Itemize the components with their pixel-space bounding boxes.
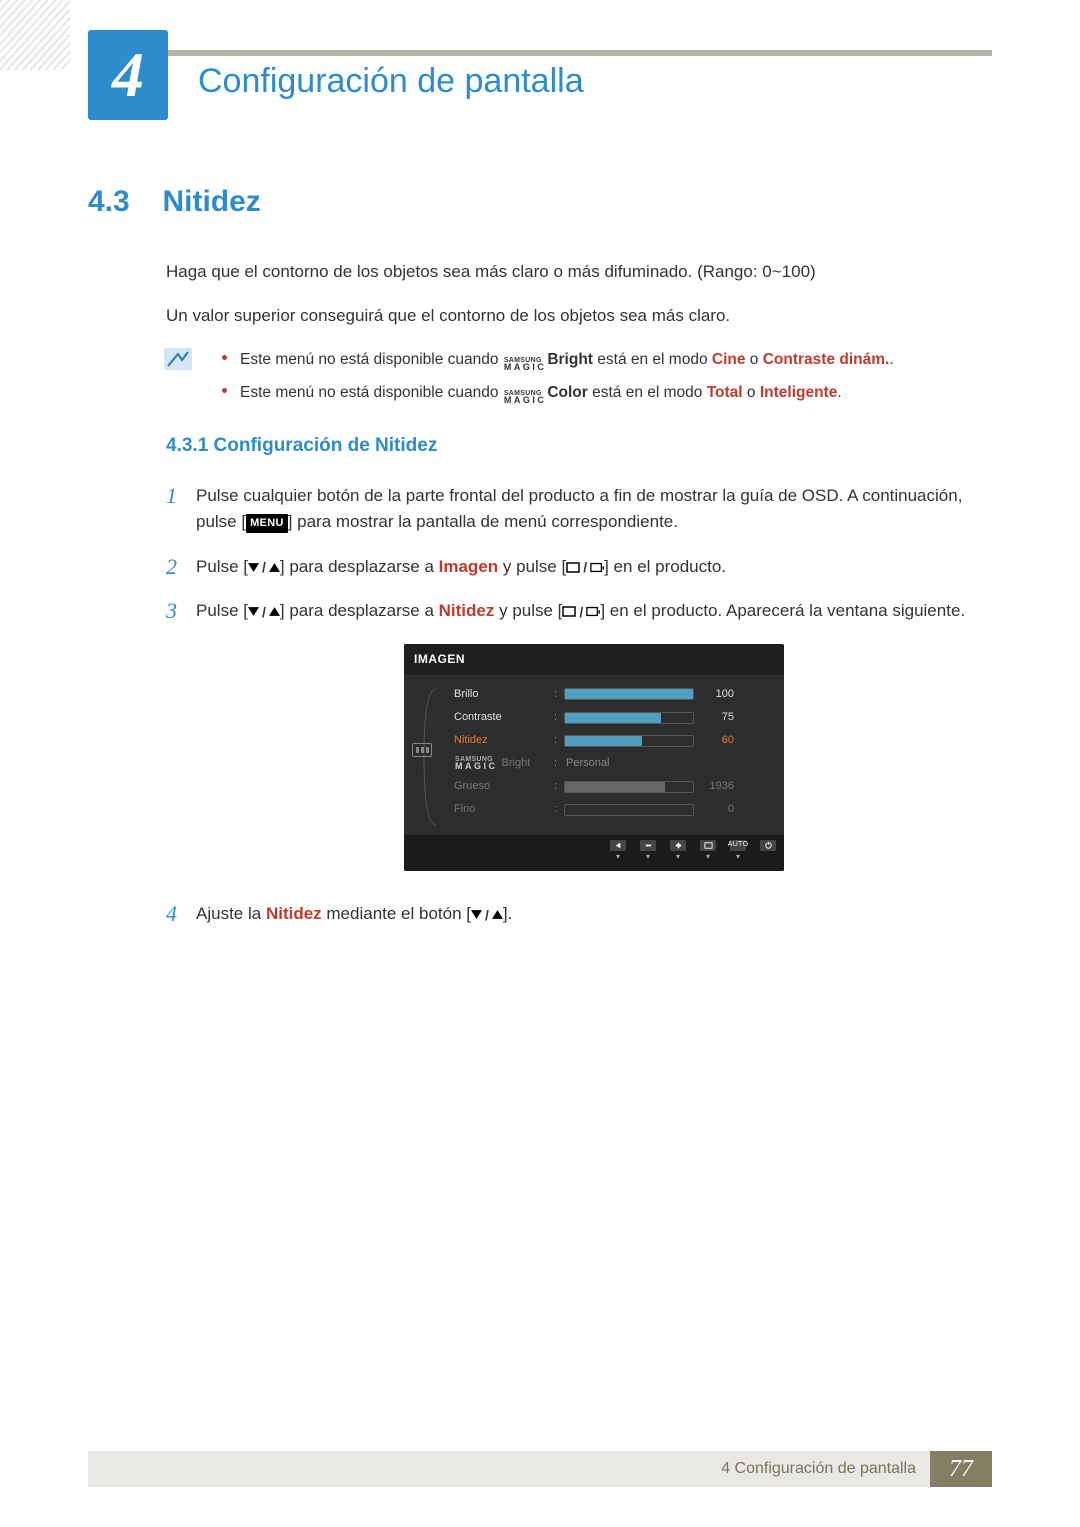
osd-rows-container: Brillo:100Contraste:75Nitidez:60SAMSUNGM… [454,683,774,821]
osd-slider [564,781,694,793]
step-number: 2 [166,550,177,584]
up-down-buttons-icon: / [248,560,280,574]
osd-bracket-decoration [422,687,438,827]
osd-row: SAMSUNGMAGIC Bright:Personal [454,752,774,775]
osd-row-label: Grueso [454,778,554,795]
note-icon [164,348,192,370]
step-number: 1 [166,479,177,513]
osd-row-label: Brillo [454,686,554,703]
osd-row-label: Contraste [454,709,554,726]
osd-row-label: Fino [454,801,554,818]
osd-body: Brillo:100Contraste:75Nitidez:60SAMSUNGM… [404,675,784,835]
osd-value: 60 [694,732,734,749]
osd-title: IMAGEN [404,644,784,675]
subsection: 4.3.1 Configuración de Nitidez 1 Pulse c… [88,435,992,928]
steps-list: 1 Pulse cualquier botón de la parte fron… [166,483,992,928]
section-title: Nitidez [162,185,260,219]
osd-value: 0 [694,801,734,818]
step-number: 4 [166,897,177,931]
osd-value: 75 [694,709,734,726]
chapter-title: Configuración de pantalla [198,62,584,101]
osd-value: 100 [694,686,734,703]
chapter-number-box: 4 [88,30,168,120]
step-item: 2 Pulse [/] para desplazarse a Imagen y … [166,554,992,580]
osd-slider [564,735,694,747]
section-body: Haga que el contorno de los objetos sea … [166,259,992,405]
samsung-magic-logo: SAMSUNGMAGIC [504,391,547,405]
osd-window: IMAGEN Brillo:100Contraste:75Nitidez:60S… [404,644,784,871]
step-item: 1 Pulse cualquier botón de la parte fron… [166,483,992,536]
osd-row: Brillo:100 [454,683,774,706]
subsection-heading: 4.3.1 Configuración de Nitidez [166,435,992,457]
osd-slider [564,804,694,816]
osd-nav-plus-icon: ▾ [670,840,686,861]
source-enter-buttons-icon: / [562,605,600,619]
source-enter-buttons-icon: / [566,560,604,574]
note-block: Este menú no está disponible cuando SAMS… [166,348,992,405]
page-footer: 4 Configuración de pantalla 77 [88,1451,992,1487]
osd-slider [564,712,694,724]
samsung-magic-logo: SAMSUNGMAGIC [504,358,547,372]
decorative-hatch [0,0,70,70]
osd-nav-back-icon: ▾ [610,840,626,861]
intro-paragraph-1: Haga que el contorno de los objetos sea … [166,259,992,285]
note-item: Este menú no está disponible cuando SAMS… [222,381,992,405]
intro-paragraph-2: Un valor superior conseguirá que el cont… [166,303,992,329]
osd-footer: ▾ ▾ ▾ ▾ AUTO▾ [404,835,784,871]
osd-row-label: SAMSUNGMAGIC Bright [454,755,554,772]
up-down-buttons-icon: / [471,908,503,922]
osd-slider [564,688,694,700]
osd-nav-minus-icon: ▾ [640,840,656,861]
osd-nav-enter-icon: ▾ [700,840,716,861]
step-item: 3 Pulse [/] para desplazarse a Nitidez y… [166,598,992,871]
note-list: Este menú no está disponible cuando SAMS… [222,348,992,405]
osd-nav-power-icon [760,840,776,861]
step-item: 4 Ajuste la Nitidez mediante el botón [/… [166,901,992,927]
osd-value: Personal [564,755,774,772]
page-content: 4.3 Nitidez Haga que el contorno de los … [88,185,992,954]
menu-button-icon: MENU [246,514,288,533]
osd-screenshot: IMAGEN Brillo:100Contraste:75Nitidez:60S… [196,644,992,871]
step-number: 3 [166,594,177,628]
chapter-number: 4 [112,38,144,112]
osd-category-icon [412,743,432,757]
osd-row: Nitidez:60 [454,729,774,752]
osd-row: Grueso:1936 [454,775,774,798]
up-down-buttons-icon: / [248,605,280,619]
section-heading: 4.3 Nitidez [88,185,992,219]
osd-row: Fino:0 [454,798,774,821]
osd-row-label: Nitidez [454,732,554,749]
osd-row: Contraste:75 [454,706,774,729]
osd-value: 1936 [694,778,734,795]
page-number: 77 [930,1451,992,1487]
header-rule [168,50,992,56]
footer-text: 4 Configuración de pantalla [88,1451,932,1487]
page-header: 4 Configuración de pantalla [88,30,992,140]
osd-nav-auto-icon: AUTO▾ [730,840,746,861]
note-item: Este menú no está disponible cuando SAMS… [222,348,992,372]
section-number: 4.3 [88,185,158,219]
